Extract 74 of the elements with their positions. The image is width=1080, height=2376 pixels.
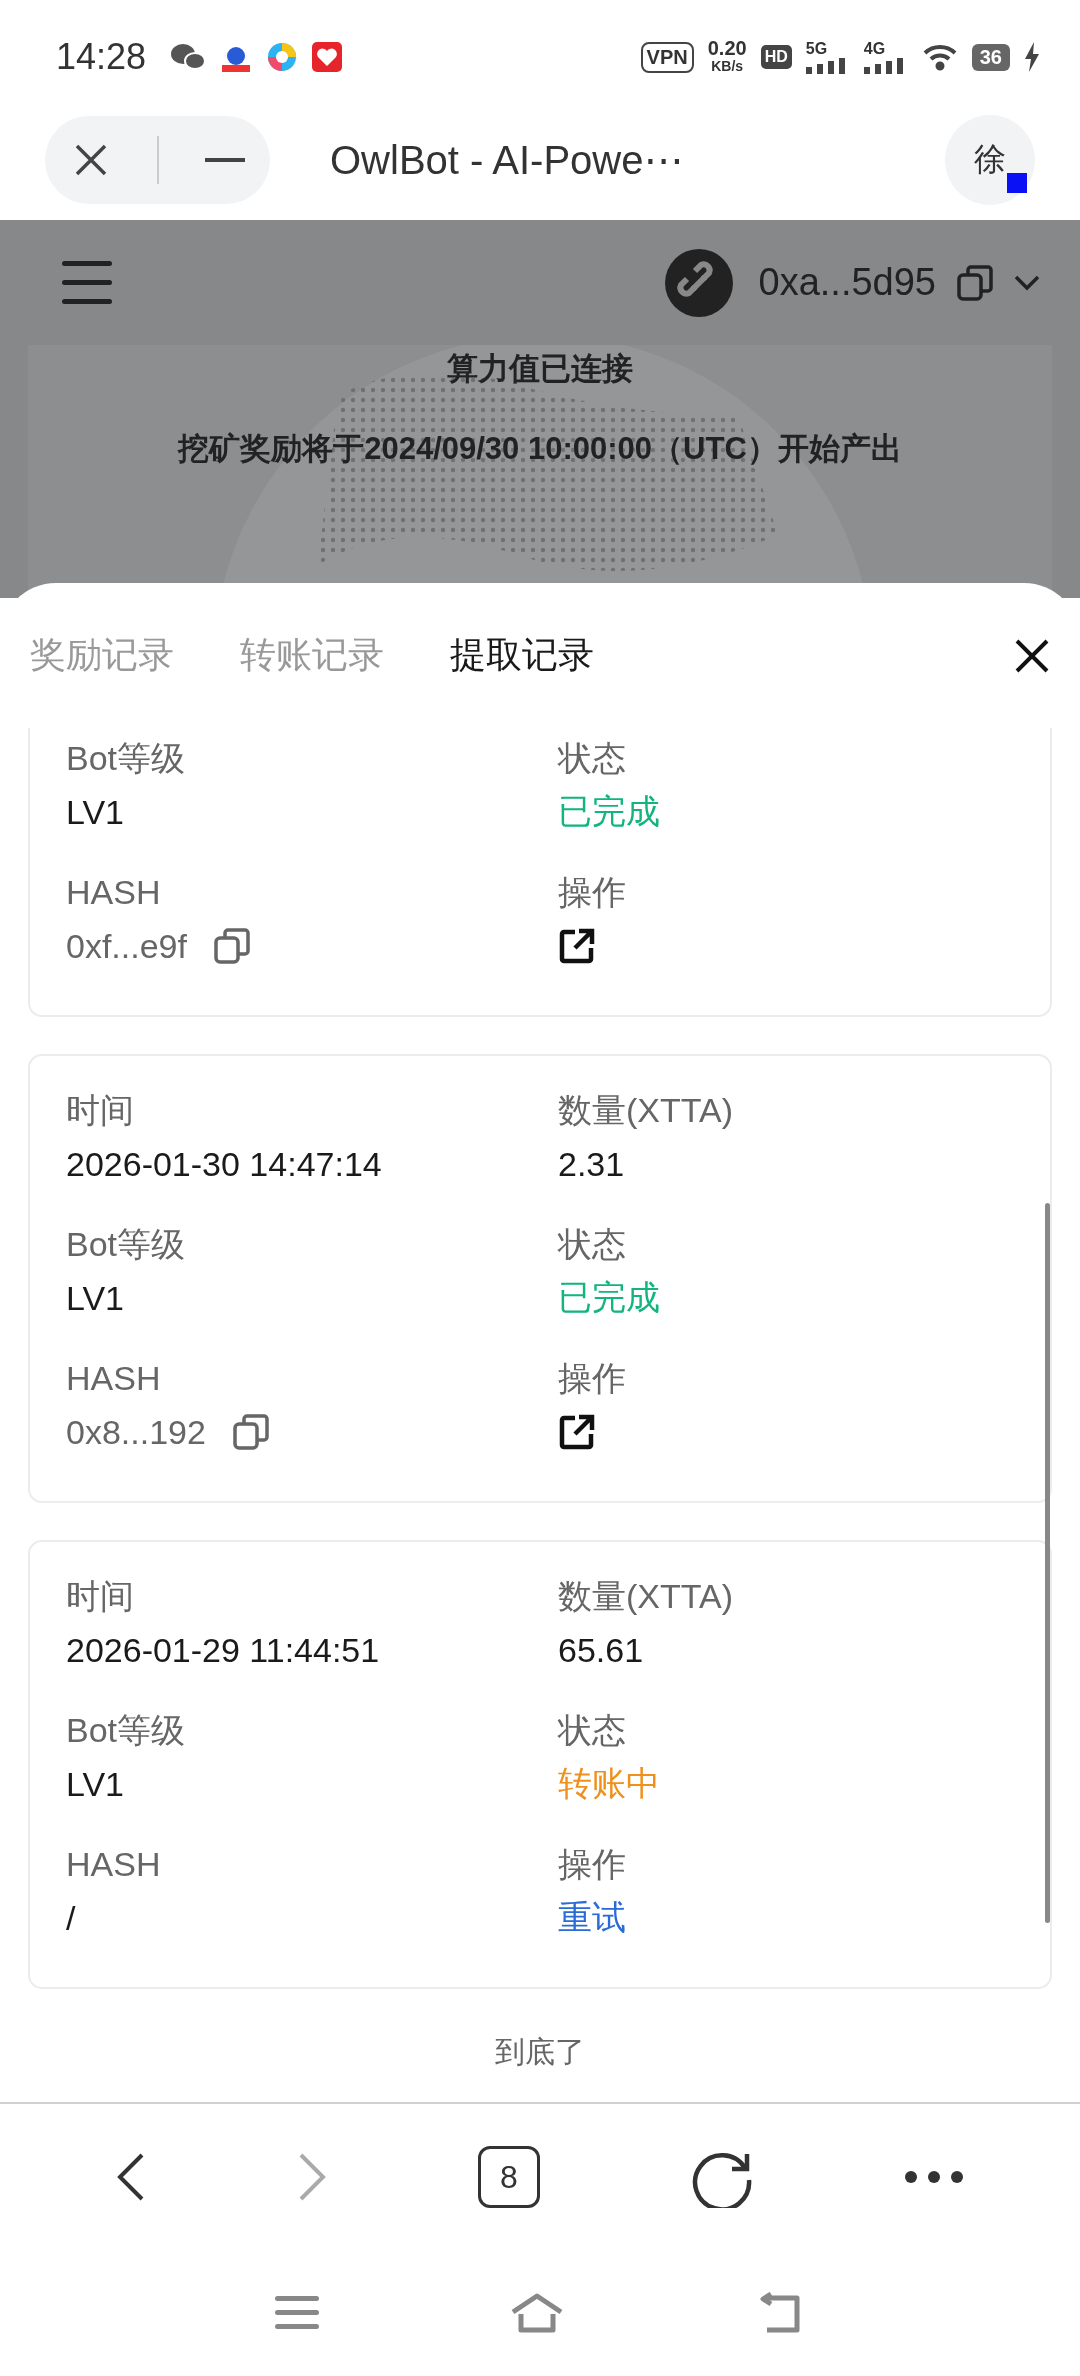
copy-icon[interactable] [212,927,251,965]
minus-icon [204,158,245,162]
retry-link[interactable]: 重试 [558,1895,626,1941]
field-value: 2026-01-29 11:44:51 [66,1630,380,1670]
field-label: 操作 [558,1358,627,1399]
field-label: Bot等级 [66,1710,187,1751]
clock: 14:28 [56,36,147,78]
field-label: 操作 [558,872,627,913]
page-title: OwlBot - AI-Powe⋯ [330,137,685,183]
recent-apps-button[interactable] [275,2296,319,2330]
copy-icon[interactable] [231,1413,270,1451]
field-label: Bot等级 [66,738,187,779]
menu-icon [275,2296,319,2330]
field-label: 操作 [558,1844,627,1885]
field-label: HASH [66,872,162,913]
chevron-left-icon [115,2152,146,2202]
pinwheel-app-icon [266,41,299,73]
more-button[interactable] [904,2170,965,2184]
chevron-down-icon [1014,274,1040,291]
field-label: HASH [66,1844,162,1885]
speed-unit: KB/s [711,57,744,75]
avatar-initial: 徐 [974,140,1006,179]
field-label: Bot等级 [66,1224,187,1265]
external-link-icon[interactable] [558,1413,596,1451]
menu-button[interactable] [62,260,112,305]
close-button[interactable] [1014,637,1050,674]
field-label: 数量(XTTA) [558,1090,734,1131]
close-icon [1014,637,1050,674]
more-icon [904,2170,965,2184]
field-value: LV1 [66,1278,124,1318]
field-label: 状态 [558,1710,627,1751]
dropdown-button[interactable] [1014,274,1040,291]
mining-notice: 挖矿奖励将于2024/09/30 10:00:00（UTC）开始产出 [178,430,902,468]
field-value: / [66,1898,76,1938]
wifi-icon [921,43,958,71]
hd-indicator: HD [760,45,792,69]
field-value: LV1 [66,1764,124,1804]
home-icon [509,2292,565,2334]
hash-text: 0x8...192 [66,1412,206,1452]
external-link-icon[interactable] [558,927,596,965]
field-label: 状态 [558,738,627,779]
hash-text: 0xf...e9f [66,926,187,966]
field-label: 时间 [66,1576,135,1617]
field-value: 65.61 [558,1630,644,1670]
network-type: 5G [805,40,829,58]
avatar[interactable]: 徐 [945,115,1035,205]
tab[interactable]: 提取记录 [450,631,594,680]
network-type: 4G [863,40,887,58]
status-text: 已完成 [558,1277,660,1318]
charging-icon [1024,42,1040,72]
status-text: 转账中 [558,1763,660,1804]
home-button[interactable] [509,2292,565,2334]
network-speed: 0.20 [707,39,747,57]
field-value: 2.31 [558,1144,625,1184]
field-value: LV1 [66,792,124,832]
wallet-address: 0xa...5d95 [758,261,936,304]
status-text: 已完成 [558,791,660,832]
battery-level: 36 [971,43,1010,71]
close-icon [73,143,108,177]
vpn-indicator: VPN [640,41,694,73]
end-of-list-text: 到底了 [495,2034,585,2070]
connection-status: 算力值已连接 [447,350,633,388]
copy-icon[interactable] [956,263,994,302]
field-value: 2026-01-30 14:47:14 [66,1144,382,1184]
menu-icon [62,260,112,305]
link-icon [664,248,733,317]
heart-app-icon [312,42,343,72]
field-label: 时间 [66,1090,135,1131]
back-button[interactable] [115,2152,146,2202]
field-label: 状态 [558,1224,627,1265]
field-label: 数量(XTTA) [558,1576,734,1617]
field-label: HASH [66,1358,162,1399]
tabs-button[interactable]: 8 [477,2146,540,2208]
badge-icon [1007,173,1027,193]
